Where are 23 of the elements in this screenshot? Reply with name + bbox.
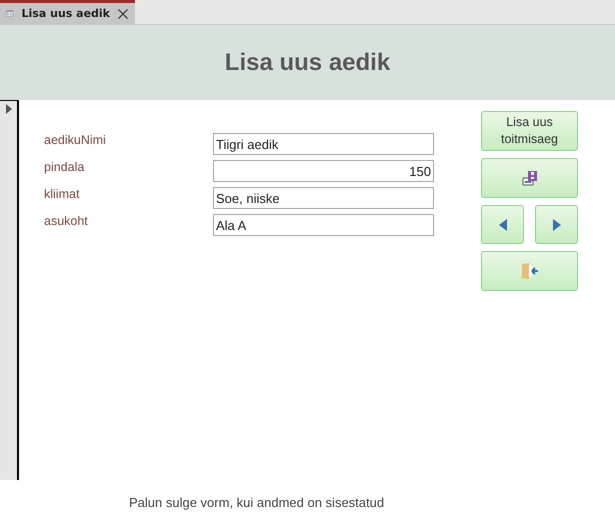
field-label: asukoht xyxy=(44,214,89,228)
previous-icon xyxy=(498,218,506,230)
field-label: pindala xyxy=(44,160,86,174)
field-label: aedikuNimi xyxy=(44,133,107,147)
save-icon xyxy=(522,170,538,186)
record-selector[interactable] xyxy=(0,100,19,480)
previous-record-button[interactable] xyxy=(481,205,524,244)
input-field[interactable]: Ala A xyxy=(213,214,434,236)
footer-note: Palun sulge vorm, kui andmed on sisestatud xyxy=(129,494,384,510)
input-field[interactable]: 150 xyxy=(213,160,434,182)
field-label: kliimat xyxy=(44,187,80,201)
input-field[interactable]: Soe, niiske xyxy=(213,187,434,209)
close-icon[interactable] xyxy=(118,8,128,18)
tab-title: Lisa uus aedik xyxy=(22,7,110,20)
next-icon xyxy=(552,218,560,230)
exit-door-icon xyxy=(520,263,538,279)
form-tab[interactable]: Lisa uus aedik xyxy=(0,0,135,24)
input-field[interactable]: Tiigri aedik xyxy=(213,133,434,155)
next-record-button[interactable] xyxy=(535,205,578,244)
form-title: Lisa uus aedik xyxy=(224,48,390,76)
add-feeding-time-button[interactable]: Lisa uus toitmisaeg xyxy=(481,111,578,151)
current-record-icon xyxy=(6,104,12,114)
save-button[interactable] xyxy=(481,158,578,198)
